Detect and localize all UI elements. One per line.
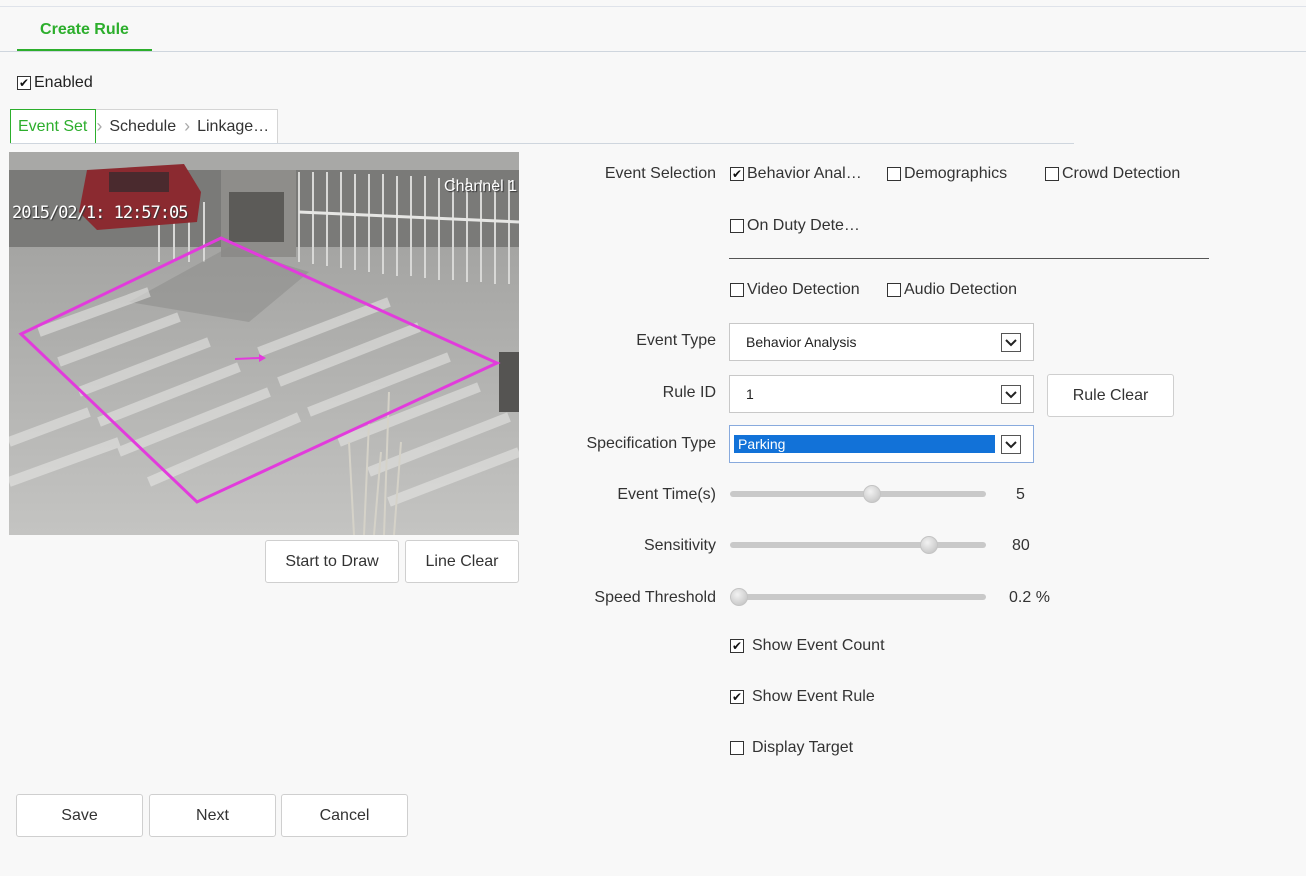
speed-value-number: 0.2 bbox=[1009, 589, 1032, 606]
rule-clear-button[interactable]: Rule Clear bbox=[1047, 374, 1174, 417]
speed-value-unit: % bbox=[1035, 589, 1050, 606]
option-label: On Duty Dete… bbox=[747, 217, 860, 234]
tab-bar-line bbox=[0, 51, 1306, 52]
event-time-label: Event Time(s) bbox=[617, 486, 716, 503]
checkbox[interactable] bbox=[887, 167, 901, 181]
option-display-target[interactable]: Display Target bbox=[730, 739, 853, 757]
chevron-down-icon[interactable] bbox=[1001, 333, 1021, 352]
sensitivity-slider[interactable] bbox=[730, 536, 986, 554]
start-draw-button[interactable]: Start to Draw bbox=[265, 540, 399, 583]
select-value: Behavior Analysis bbox=[746, 334, 857, 350]
rule-id-label: Rule ID bbox=[662, 384, 716, 401]
tab-create-rule[interactable]: Create Rule bbox=[17, 10, 152, 52]
speed-threshold-label: Speed Threshold bbox=[594, 589, 716, 606]
checkbox[interactable]: ✔ bbox=[730, 167, 744, 181]
event-time-slider[interactable] bbox=[730, 485, 986, 503]
step-wizard: Event Set › Schedule › Linkage… bbox=[10, 109, 279, 144]
event-type-label: Event Type bbox=[636, 332, 716, 349]
video-preview[interactable]: 2015/02/1: 12:57:05 Channel 1 bbox=[9, 152, 519, 535]
checkbox[interactable]: ✔ bbox=[730, 639, 744, 653]
cancel-button[interactable]: Cancel bbox=[281, 794, 408, 837]
event-selection-label: Event Selection bbox=[604, 165, 716, 182]
option-label: Display Target bbox=[752, 739, 854, 756]
step-linkage[interactable]: Linkage… bbox=[190, 109, 279, 144]
step-label: Event Set bbox=[18, 117, 88, 135]
enabled-checkbox[interactable]: ✔ bbox=[17, 76, 31, 90]
slider-thumb[interactable] bbox=[863, 485, 882, 503]
option-label: Behavior Anal… bbox=[747, 165, 862, 182]
next-button[interactable]: Next bbox=[149, 794, 276, 837]
option-show-event-count[interactable]: ✔ Show Event Count bbox=[730, 637, 885, 655]
checkbox[interactable] bbox=[730, 741, 744, 755]
specification-type-label: Specification Type bbox=[586, 435, 716, 452]
checkbox[interactable]: ✔ bbox=[730, 690, 744, 704]
option-label: Show Event Rule bbox=[752, 688, 875, 705]
option-label: Demographics bbox=[904, 165, 1008, 182]
step-label: Linkage… bbox=[197, 117, 270, 135]
slider-thumb[interactable] bbox=[920, 536, 939, 554]
osd-timestamp: 2015/02/1: 12:57:05 bbox=[12, 203, 188, 223]
select-value: Parking bbox=[734, 435, 995, 453]
step-event-set[interactable]: Event Set bbox=[10, 109, 97, 144]
option-on-duty-detection[interactable]: On Duty Dete… bbox=[730, 217, 860, 235]
step-label: Schedule bbox=[109, 117, 177, 135]
option-label: Show Event Count bbox=[752, 637, 885, 654]
slider-thumb[interactable] bbox=[730, 588, 748, 606]
checkbox[interactable] bbox=[730, 219, 744, 233]
steps-divider bbox=[10, 143, 1074, 144]
top-border bbox=[0, 6, 1306, 7]
checkbox[interactable] bbox=[730, 283, 744, 297]
enabled-toggle[interactable]: ✔ Enabled bbox=[17, 74, 93, 92]
checkbox[interactable] bbox=[1045, 167, 1059, 181]
speed-threshold-slider[interactable] bbox=[730, 588, 986, 606]
option-show-event-rule[interactable]: ✔ Show Event Rule bbox=[730, 688, 875, 706]
sensitivity-label: Sensitivity bbox=[643, 537, 716, 554]
specification-type-select[interactable]: Parking bbox=[729, 425, 1034, 463]
option-label: Video Detection bbox=[747, 281, 860, 298]
option-video-detection[interactable]: Video Detection bbox=[730, 281, 860, 299]
enabled-label: Enabled bbox=[34, 74, 93, 91]
option-crowd-detection[interactable]: Crowd Detection bbox=[1045, 165, 1180, 183]
selection-divider bbox=[729, 258, 1209, 259]
chevron-down-icon[interactable] bbox=[1001, 385, 1021, 404]
select-value: 1 bbox=[746, 386, 754, 402]
chevron-down-icon[interactable] bbox=[1001, 435, 1021, 454]
event-time-value: 5 bbox=[1016, 486, 1025, 503]
option-demographics[interactable]: Demographics bbox=[887, 165, 1007, 183]
option-audio-detection[interactable]: Audio Detection bbox=[887, 281, 1017, 299]
checkbox[interactable] bbox=[887, 283, 901, 297]
option-behavior-analysis[interactable]: ✔ Behavior Anal… bbox=[730, 165, 862, 183]
step-schedule[interactable]: Schedule bbox=[102, 109, 185, 144]
save-button[interactable]: Save bbox=[16, 794, 143, 837]
speed-threshold-value: 0.2 % bbox=[1009, 589, 1050, 607]
option-label: Crowd Detection bbox=[1062, 165, 1181, 182]
event-type-select[interactable]: Behavior Analysis bbox=[729, 323, 1034, 361]
sensitivity-value: 80 bbox=[1012, 537, 1030, 554]
option-label: Audio Detection bbox=[904, 281, 1017, 298]
rule-id-select[interactable]: 1 bbox=[729, 375, 1034, 413]
